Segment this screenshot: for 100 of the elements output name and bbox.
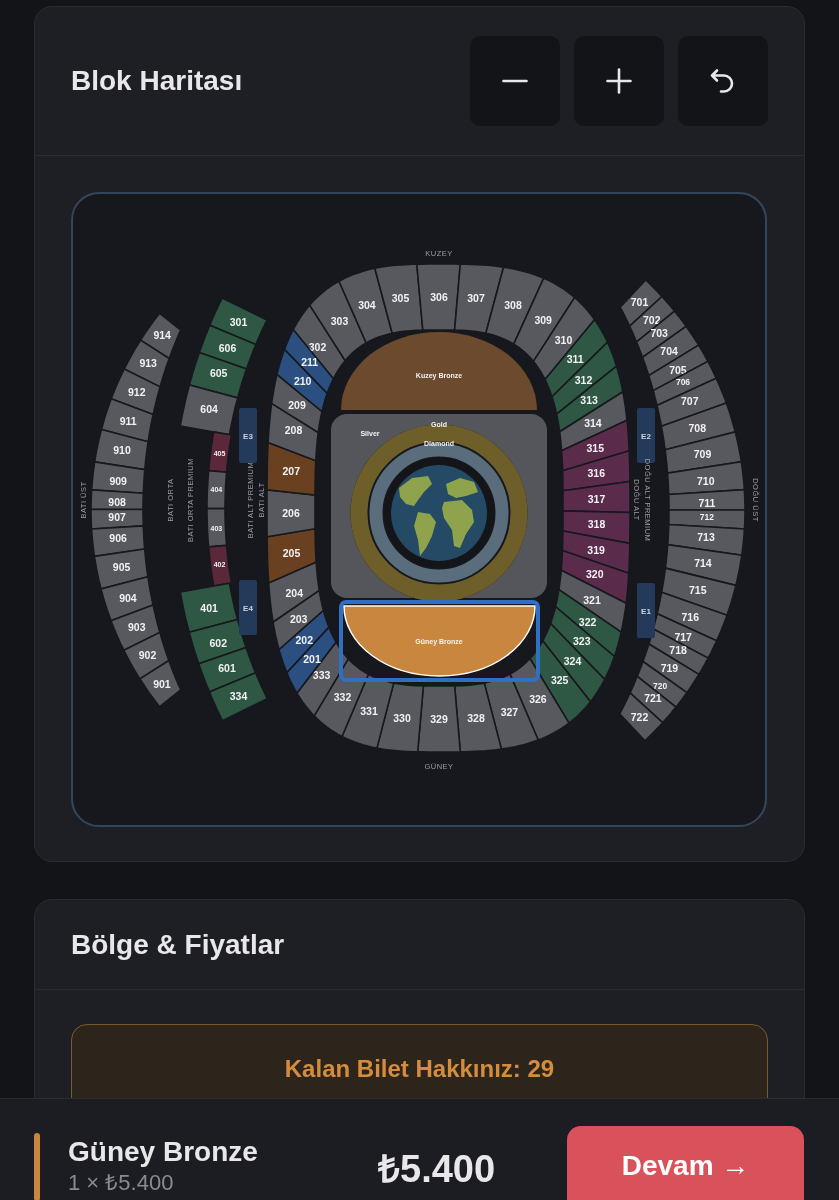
seating-block[interactable] [206,469,228,510]
block-number: 314 [584,416,602,429]
block-number: 704 [660,344,678,357]
block-number: 210 [293,374,312,387]
continue-button[interactable]: Devam → [567,1126,804,1200]
seating-block[interactable] [207,544,233,588]
seating-block[interactable] [664,543,743,587]
block-number: 302 [308,340,327,353]
block-number: 307 [467,291,485,304]
block-number: 303 [330,314,349,327]
block-number: 312 [574,373,593,386]
quantity-price: 1 × ₺5.400 [68,1169,175,1197]
block-number: 702 [643,314,661,327]
block-number: 317 [587,492,606,505]
block-number: 714 [694,557,712,569]
block-number: 716 [681,610,700,623]
block-number: 717 [674,631,692,644]
block-number: 206 [282,506,300,519]
entrance-label: E2 [641,432,651,441]
block-number: 306 [430,290,448,303]
block-number: 701 [630,296,649,309]
block-number: 908 [108,495,126,508]
block-number: 211 [301,355,319,368]
block-number: 707 [681,395,699,408]
block-number: 905 [112,561,131,574]
block-number: 327 [500,706,519,719]
block-number: 910 [113,444,131,457]
plus-icon [606,68,632,94]
block-number: 320 [586,567,604,580]
block-number: 703 [650,326,668,339]
block-number: 705 [669,363,687,376]
seating-block[interactable] [266,441,317,496]
entrance-marker [239,408,257,463]
block-number: 719 [660,662,679,675]
block-number: 203 [289,613,308,626]
block-number: 205 [282,546,301,559]
block-number: 301 [229,315,248,328]
seating-block[interactable] [283,328,335,395]
block-number: 325 [550,674,569,687]
block-number: 208 [284,424,303,437]
block-number: 324 [563,655,582,668]
seating-block[interactable] [208,671,269,722]
block-number: 315 [586,441,605,454]
field-ring[interactable] [350,424,528,602]
block-number: 718 [669,643,687,656]
block-number: 913 [139,357,157,370]
seating-block[interactable] [266,527,318,585]
selected-zone: Güney Bronze [68,1135,259,1169]
block-number: 309 [534,313,552,326]
seating-block[interactable] [207,430,233,474]
block-number: 902 [138,648,157,661]
block-number: 319 [587,543,605,556]
block-number: 313 [580,394,598,407]
block-number: 909 [109,474,127,487]
block-number: 204 [285,587,304,599]
block-number: 207 [282,464,301,477]
total-price: ₺5.400 [378,1147,497,1191]
block-number: 332 [333,691,352,704]
block-number: 606 [218,341,237,354]
block-number: 906 [109,531,127,544]
block-number: 710 [697,474,715,487]
block-number: 316 [587,466,606,479]
entrance-label: E3 [243,432,253,441]
block-number: 912 [128,386,146,399]
seating-block[interactable] [138,659,182,708]
seating-block[interactable] [562,480,631,514]
card-title: Bölge & Fiyatlar [71,927,285,962]
seating-block[interactable] [179,582,239,634]
block-number: 311 [566,353,584,366]
block-number: 711 [698,497,716,509]
card-title: Blok Haritası [71,64,243,98]
entrance-label: E1 [641,607,651,616]
block-number: 907 [108,510,126,523]
field-ring[interactable] [369,443,509,583]
block-number: 310 [554,334,573,347]
block-number: 322 [578,615,597,628]
block-number: 305 [391,292,410,304]
undo-icon [710,68,736,94]
seating-block[interactable] [453,682,503,753]
block-number: 209 [288,398,306,411]
block-number: 914 [153,329,171,342]
block-number: 904 [119,591,137,604]
seating-block[interactable] [206,507,228,548]
block-number: 911 [119,414,137,427]
block-number: 604 [200,403,218,416]
seating-block[interactable] [179,383,239,436]
entrance-marker [637,583,655,638]
block-number: 712 [699,511,714,522]
block-number: 722 [630,711,649,724]
block-number: 713 [697,530,715,543]
block-number: 326 [529,693,547,706]
entrance-label: E4 [243,604,253,613]
seating-block[interactable] [618,691,664,742]
block-number: 201 [303,653,321,666]
block-number: 901 [153,677,171,690]
seating-block[interactable] [90,508,145,530]
block-number: 401 [200,602,218,615]
block-number: 304 [358,299,376,312]
seating-block[interactable] [453,263,505,335]
block-number: 903 [128,621,146,634]
